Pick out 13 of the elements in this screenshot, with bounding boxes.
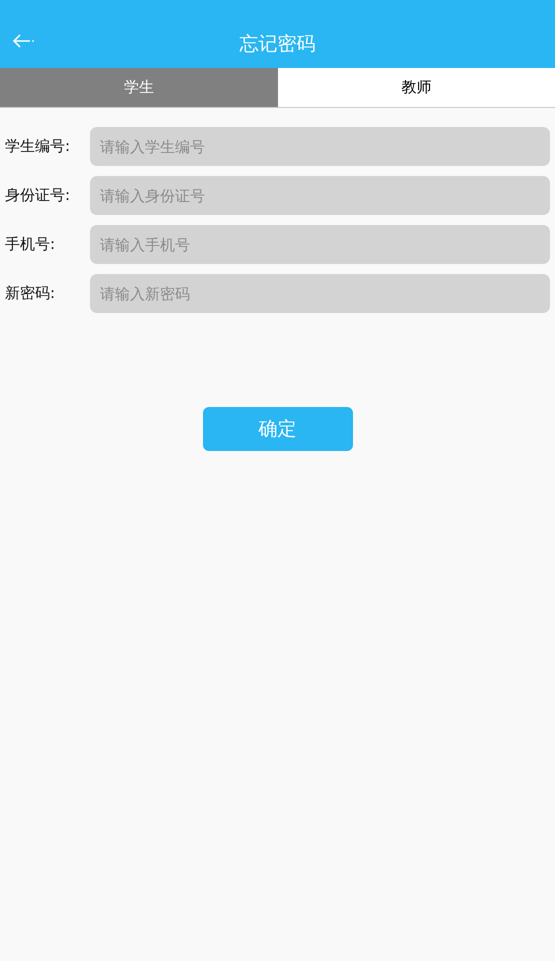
- tab[interactable]: 教师: [278, 68, 555, 107]
- confirm-button[interactable]: 确定: [202, 407, 352, 451]
- input-field[interactable]: 请输入新密码: [90, 274, 550, 313]
- field-label: 手机号:: [5, 235, 56, 254]
- field-label: 新密码:: [5, 284, 56, 303]
- input-field[interactable]: 请输入手机号: [90, 225, 550, 264]
- tab[interactable]: 学生: [0, 68, 278, 107]
- input-field[interactable]: 请输入身份证号: [90, 176, 550, 215]
- input-field[interactable]: 请输入学生编号: [90, 127, 550, 166]
- field-label: 学生编号:: [5, 137, 72, 156]
- field-label: 身份证号:: [5, 186, 72, 205]
- page-title: 忘记密码: [240, 32, 316, 57]
- back-arrow-icon[interactable]: [12, 34, 34, 48]
